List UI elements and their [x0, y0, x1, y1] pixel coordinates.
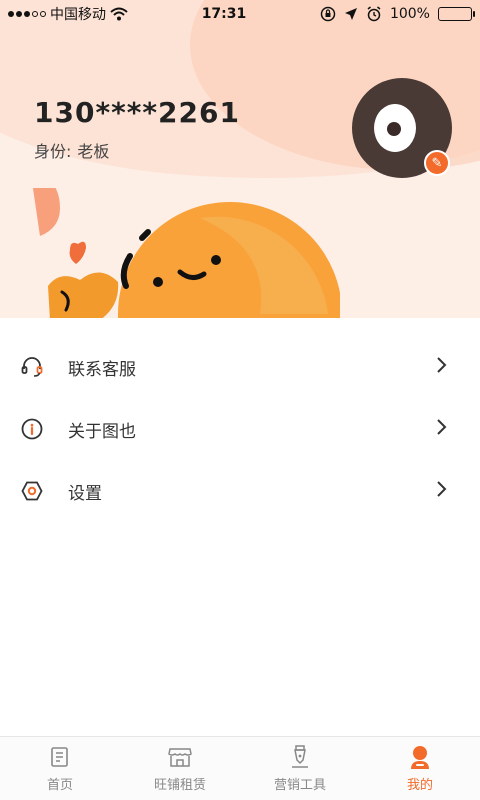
wifi-icon — [110, 7, 128, 21]
battery-percent: 100% — [389, 6, 430, 22]
phone-number: 130****2261 — [34, 96, 240, 129]
chevron-right-icon — [436, 480, 448, 503]
role-line: 身份: 老板 — [34, 138, 109, 162]
shop-icon — [167, 744, 193, 770]
tab-marketing-tools[interactable]: 营销工具 — [240, 737, 360, 800]
avatar-eye — [374, 104, 416, 152]
role-label: 身份: — [34, 142, 72, 161]
pen-icon — [287, 744, 313, 770]
headset-icon — [20, 355, 44, 379]
role-value: 老板 — [77, 142, 110, 161]
tab-label: 旺铺租赁 — [153, 778, 206, 793]
status-bar: 中国移动 17:31 100% — [0, 0, 480, 28]
alarm-icon — [367, 6, 381, 22]
menu-item-label: 关于图也 — [68, 421, 136, 442]
edit-avatar-icon[interactable]: ✎ — [424, 150, 450, 176]
bottom-tab-bar: 首页 旺铺租赁 营销工具 我的 — [0, 736, 480, 800]
signal-icon — [8, 11, 46, 17]
home-icon — [47, 744, 73, 770]
rotation-lock-icon — [320, 6, 336, 22]
info-icon — [20, 417, 44, 441]
battery-icon — [437, 7, 475, 21]
menu-item-contact-service[interactable]: 联系客服 — [0, 336, 480, 398]
carrier-label: 中国移动 — [50, 7, 106, 23]
tab-label: 首页 — [46, 778, 73, 793]
user-icon — [407, 744, 433, 770]
tab-home[interactable]: 首页 — [0, 737, 120, 800]
tab-label: 营销工具 — [273, 778, 326, 793]
settings-menu: 联系客服 关于图也 设置 — [0, 336, 480, 522]
menu-item-label: 联系客服 — [68, 359, 136, 380]
profile-header: 中国移动 17:31 100% 130****2261 身份: 老板 ✎ — [0, 0, 480, 318]
settings-icon — [20, 479, 44, 503]
avatar-pupil — [387, 122, 401, 136]
mascot-illustration — [32, 188, 340, 318]
location-icon — [344, 8, 357, 20]
status-time: 17:31 — [201, 6, 247, 22]
menu-item-settings[interactable]: 设置 — [0, 460, 480, 522]
tab-mine[interactable]: 我的 — [360, 737, 480, 800]
menu-item-about[interactable]: 关于图也 — [0, 398, 480, 460]
chevron-right-icon — [436, 418, 448, 441]
tab-label: 我的 — [406, 778, 433, 793]
tab-shop-rental[interactable]: 旺铺租赁 — [120, 737, 240, 800]
menu-item-label: 设置 — [68, 483, 102, 504]
chevron-right-icon — [436, 356, 448, 379]
